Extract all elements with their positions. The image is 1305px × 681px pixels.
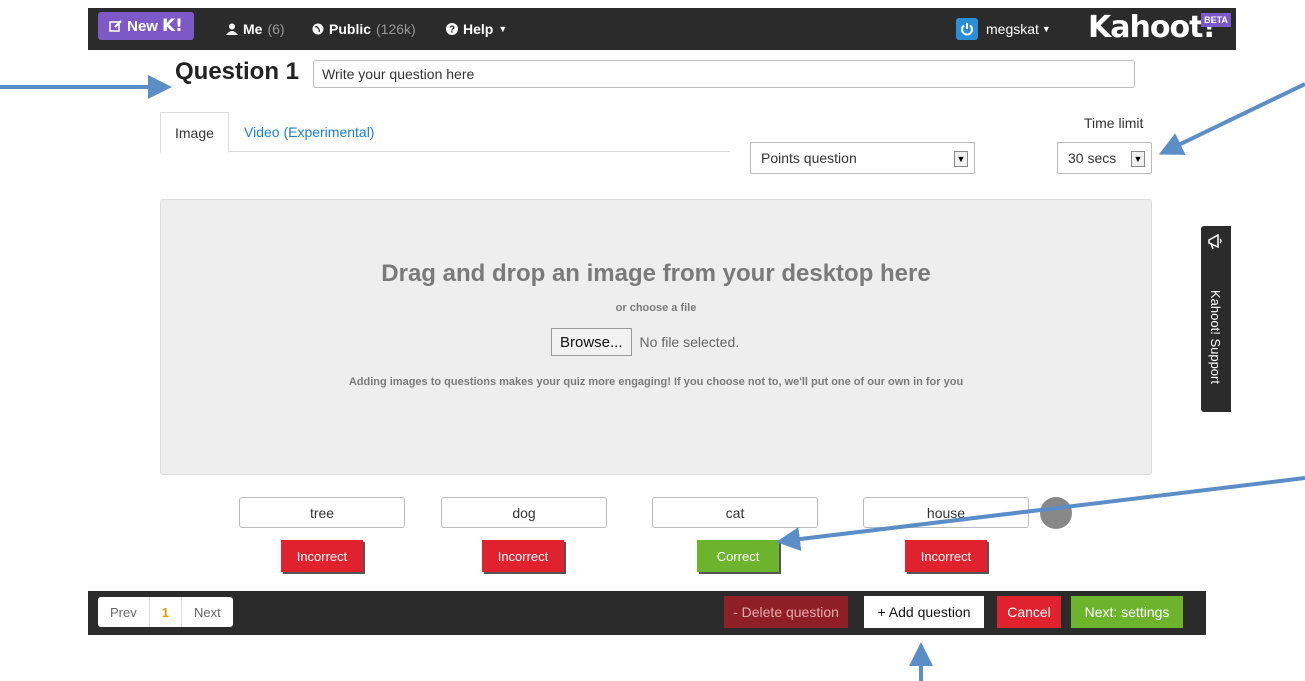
nav-me[interactable]: Me (6)	[226, 8, 285, 50]
dropzone-subtitle: or choose a file	[615, 302, 697, 314]
help-circle-icon: ?	[446, 23, 458, 35]
nav-help-label: Help	[463, 21, 494, 37]
file-chooser: Browse... No file selected.	[551, 328, 739, 356]
tab-image[interactable]: Image	[160, 112, 229, 153]
next-settings-button[interactable]: Next: settings	[1071, 596, 1183, 628]
new-k-label: K!	[161, 16, 183, 36]
nav-public-count: (126k)	[376, 21, 416, 37]
nav-public[interactable]: Public (126k)	[312, 8, 416, 50]
nav-help[interactable]: ? Help ▼	[446, 8, 507, 50]
globe-icon	[312, 23, 324, 35]
next-page-button[interactable]: Next	[182, 597, 233, 627]
new-label: New	[127, 17, 158, 35]
megaphone-icon	[1208, 233, 1222, 250]
tab-video[interactable]: Video (Experimental)	[230, 112, 388, 152]
answer-4-incorrect-toggle[interactable]: Incorrect	[905, 540, 987, 572]
question-type-value: Points question	[761, 150, 857, 166]
beta-badge: BETA	[1201, 13, 1231, 27]
new-kahoot-button[interactable]: New K!	[98, 12, 194, 40]
answer-3-correct-toggle[interactable]: Correct	[697, 540, 779, 572]
nav-me-label: Me	[243, 21, 263, 37]
nav-me-count: (6)	[267, 21, 285, 37]
answer-input-1[interactable]: tree	[239, 497, 405, 528]
time-limit-select[interactable]: 30 secs ▼	[1057, 142, 1152, 174]
svg-text:?: ?	[449, 25, 455, 36]
answer-input-3[interactable]: cat	[652, 497, 818, 528]
top-navbar: New K! Me (6) Public (126k) ? Help ▼ meg…	[88, 8, 1236, 50]
add-question-button[interactable]: + Add question	[864, 596, 984, 628]
dropzone-title: Drag and drop an image from your desktop…	[381, 260, 931, 287]
caret-down-icon: ▼	[1131, 151, 1145, 167]
browse-button[interactable]: Browse...	[551, 328, 632, 356]
caret-down-icon: ▼	[498, 24, 508, 34]
question-label: Question 1	[175, 58, 300, 85]
question-input[interactable]	[313, 60, 1135, 88]
answer-2-incorrect-toggle[interactable]: Incorrect	[482, 540, 564, 572]
support-tab[interactable]: Kahoot! Support	[1201, 226, 1231, 412]
caret-down-icon: ▼	[954, 151, 968, 167]
power-icon[interactable]	[956, 18, 978, 40]
no-file-text: No file selected.	[639, 334, 740, 350]
current-page[interactable]: 1	[150, 597, 182, 627]
answer-1-incorrect-toggle[interactable]: Incorrect	[281, 540, 363, 572]
pagination: Prev 1 Next	[98, 597, 233, 627]
delete-question-button[interactable]: - Delete question	[724, 596, 848, 628]
user-name: megskat	[986, 21, 1039, 37]
nav-public-label: Public	[329, 21, 372, 37]
cancel-button[interactable]: Cancel	[997, 596, 1061, 628]
prev-page-button[interactable]: Prev	[98, 597, 150, 627]
user-menu[interactable]: megskat ▼	[986, 8, 1051, 50]
media-tabs: Image Video (Experimental)	[160, 112, 730, 153]
kahoot-logo[interactable]: Kahoot!	[1088, 10, 1216, 46]
user-icon	[226, 23, 238, 35]
add-answer-circle[interactable]	[1040, 497, 1072, 529]
bottom-toolbar: Prev 1 Next - Delete question + Add ques…	[88, 591, 1206, 635]
image-dropzone[interactable]: Drag and drop an image from your desktop…	[160, 199, 1152, 475]
dropzone-note: Adding images to questions makes your qu…	[348, 376, 964, 388]
time-limit-value: 30 secs	[1068, 150, 1117, 166]
question-type-select[interactable]: Points question ▼	[750, 142, 975, 174]
answer-input-2[interactable]: dog	[441, 497, 607, 528]
caret-down-icon: ▼	[1041, 24, 1051, 34]
time-limit-label: Time limit	[1084, 115, 1144, 131]
answer-input-4[interactable]: house	[863, 497, 1029, 528]
edit-icon	[109, 20, 122, 32]
arrow-to-time-limit	[1158, 82, 1305, 155]
support-label: Kahoot! Support	[1208, 290, 1224, 384]
